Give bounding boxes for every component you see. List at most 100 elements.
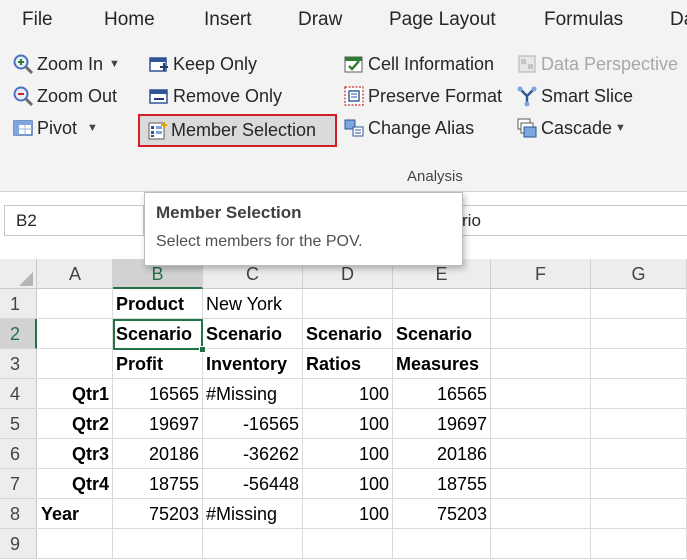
cell-c7[interactable]: -56448 [203,469,303,499]
cell-c6[interactable]: -36262 [203,439,303,469]
select-all-corner[interactable] [0,259,37,289]
cell-b8[interactable]: 75203 [113,499,203,529]
cell-e3[interactable]: Measures [393,349,491,379]
cell-c3[interactable]: Inventory [203,349,303,379]
cell-e1[interactable] [393,289,491,319]
cell-f7[interactable] [491,469,591,499]
cell-g7[interactable] [591,469,687,499]
cell-d1[interactable] [303,289,393,319]
cell-c5[interactable]: -16565 [203,409,303,439]
smart-slice-button[interactable]: Smart Slice [516,82,633,110]
zoom-out-button[interactable]: Zoom Out [12,82,117,110]
cell-a6[interactable]: Qtr3 [38,439,113,469]
cell-d7[interactable]: 100 [303,469,393,499]
cell-d6[interactable]: 100 [303,439,393,469]
cell-e5[interactable]: 19697 [393,409,491,439]
row-header-7[interactable]: 7 [0,469,37,499]
cell-b7[interactable]: 18755 [113,469,203,499]
cell-c4[interactable]: #Missing [203,379,303,409]
column-header-a[interactable]: A [38,259,113,289]
cell-g4[interactable] [591,379,687,409]
cell-e4[interactable]: 16565 [393,379,491,409]
cell-b6[interactable]: 20186 [113,439,203,469]
cell-b5[interactable]: 19697 [113,409,203,439]
cell-g8[interactable] [591,499,687,529]
cell-a3[interactable] [38,349,113,379]
cell-a2[interactable] [38,319,113,349]
zoom-in-button[interactable]: Zoom In ▼ [12,50,120,78]
row-header-1[interactable]: 1 [0,289,37,319]
row-header-3[interactable]: 3 [0,349,37,379]
cell-f6[interactable] [491,439,591,469]
row-header-8[interactable]: 8 [0,499,37,529]
menu-home[interactable]: Home [104,9,155,31]
cell-b3[interactable]: Profit [113,349,203,379]
cell-a7[interactable]: Qtr4 [38,469,113,499]
column-header-f[interactable]: F [491,259,591,289]
cell-g5[interactable] [591,409,687,439]
row-header-5[interactable]: 5 [0,409,37,439]
cell-c2[interactable]: Scenario [203,319,303,349]
cell-e9[interactable] [393,529,491,559]
row-header-4[interactable]: 4 [0,379,37,409]
row-header-6[interactable]: 6 [0,439,37,469]
cell-d8[interactable]: 100 [303,499,393,529]
menu-data[interactable]: Da [670,9,687,31]
menu-insert[interactable]: Insert [204,9,252,31]
cell-e7[interactable]: 18755 [393,469,491,499]
cell-e2[interactable]: Scenario [393,319,491,349]
cell-d3[interactable]: Ratios [303,349,393,379]
cell-f9[interactable] [491,529,591,559]
menu-draw[interactable]: Draw [298,9,342,31]
cascade-button[interactable]: Cascade ▼ [516,114,626,142]
cell-d2[interactable]: Scenario [303,319,393,349]
cell-f5[interactable] [491,409,591,439]
cell-b2[interactable]: Scenario [113,319,203,349]
row-header-9[interactable]: 9 [0,529,37,559]
row-header-2[interactable]: 2 [0,319,37,349]
chevron-down-icon[interactable]: ▼ [109,58,120,70]
remove-only-button[interactable]: Remove Only [148,82,282,110]
cell-f8[interactable] [491,499,591,529]
cell-c9[interactable] [203,529,303,559]
cell-g9[interactable] [591,529,687,559]
cell-a9[interactable] [38,529,113,559]
chevron-down-icon[interactable]: ▼ [87,122,98,134]
pivot-button[interactable]: Pivot ▼ [12,114,98,142]
column-header-g[interactable]: G [591,259,687,289]
cell-a4[interactable]: Qtr1 [38,379,113,409]
menu-formulas[interactable]: Formulas [544,9,623,31]
menu-page-layout[interactable]: Page Layout [389,9,496,31]
cell-g6[interactable] [591,439,687,469]
cell-d9[interactable] [303,529,393,559]
cell-c1[interactable]: New York [203,289,303,319]
cell-g1[interactable] [591,289,687,319]
cell-d4[interactable]: 100 [303,379,393,409]
cell-a1[interactable] [38,289,113,319]
cell-f3[interactable] [491,349,591,379]
cell-e8[interactable]: 75203 [393,499,491,529]
cell-information-button[interactable]: Cell Information [343,50,494,78]
cell-c8[interactable]: #Missing [203,499,303,529]
cell-d5[interactable]: 100 [303,409,393,439]
cell-b1[interactable]: Product [113,289,203,319]
formula-input[interactable]: rio [460,205,687,236]
name-box[interactable]: B2 [4,205,144,236]
cell-b4[interactable]: 16565 [113,379,203,409]
cell-e6[interactable]: 20186 [393,439,491,469]
keep-only-button[interactable]: Keep Only [148,50,257,78]
cell-f1[interactable] [491,289,591,319]
cell-g2[interactable] [591,319,687,349]
cell-a8[interactable]: Year [38,499,113,529]
fill-handle[interactable] [199,346,206,353]
cell-f2[interactable] [491,319,591,349]
data-perspective-button[interactable]: Data Perspective [516,50,678,78]
member-selection-button[interactable]: Member Selection [138,114,337,147]
cell-a5[interactable]: Qtr2 [38,409,113,439]
preserve-format-button[interactable]: Preserve Format [343,82,502,110]
menu-file[interactable]: File [22,9,53,31]
cell-b9[interactable] [113,529,203,559]
cell-f4[interactable] [491,379,591,409]
chevron-down-icon[interactable]: ▼ [615,122,626,134]
change-alias-button[interactable]: Change Alias [343,114,474,142]
